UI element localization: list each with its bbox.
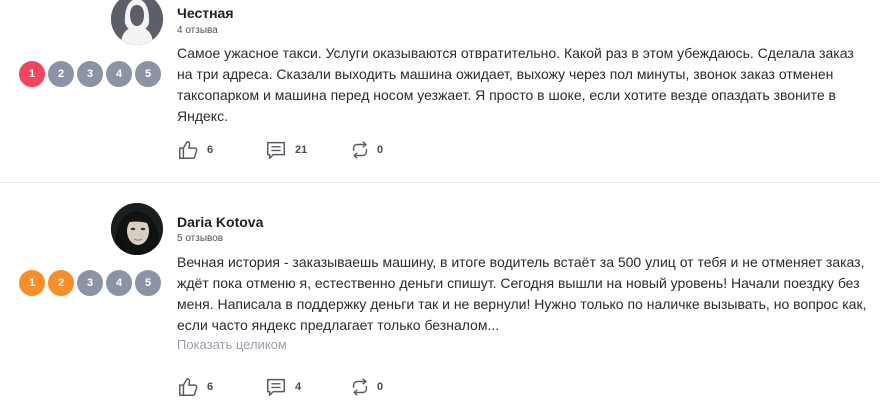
repost-icon xyxy=(352,141,368,159)
repost-count: 0 xyxy=(377,144,384,156)
like-count: 6 xyxy=(207,144,214,156)
user-photo-icon xyxy=(111,203,163,255)
author-review-count: 5 отзывов xyxy=(177,233,224,244)
review-card: Daria Kotova 5 отзывов 1 2 3 4 5 Вечная … xyxy=(0,184,880,412)
avatar[interactable] xyxy=(111,0,163,45)
review-text: Самое ужасное такси. Услуги оказываются … xyxy=(177,45,854,124)
review-actions: 6 21 0 xyxy=(177,139,383,161)
rating-option-4[interactable]: 4 xyxy=(105,269,133,297)
thumbs-up-icon xyxy=(179,141,198,159)
author-name[interactable]: Честная xyxy=(177,5,234,21)
comment-count: 21 xyxy=(295,144,308,156)
like-count: 6 xyxy=(207,381,214,393)
rating-option-1[interactable]: 1 xyxy=(18,60,46,88)
author-name[interactable]: Daria Kotova xyxy=(177,214,263,230)
comment-count: 4 xyxy=(295,381,302,393)
user-silhouette-icon xyxy=(111,0,163,45)
repost-icon xyxy=(352,378,368,396)
repost-button[interactable]: 0 xyxy=(349,139,383,161)
comment-button[interactable]: 21 xyxy=(265,139,349,161)
thumbs-up-icon xyxy=(179,378,198,396)
rating-option-2[interactable]: 2 xyxy=(47,60,75,88)
rating-option-5[interactable]: 5 xyxy=(134,60,162,88)
like-button[interactable]: 6 xyxy=(177,139,265,161)
rating-option-3[interactable]: 3 xyxy=(76,269,104,297)
author-review-count: 4 отзыва xyxy=(177,25,218,36)
rating-option-4[interactable]: 4 xyxy=(105,60,133,88)
rating-selector: 1 2 3 4 5 xyxy=(18,60,162,88)
comment-icon xyxy=(267,378,285,396)
review-actions: 6 4 0 xyxy=(177,376,383,398)
review-text: Вечная история - заказываешь машину, в и… xyxy=(177,254,867,333)
rating-option-3[interactable]: 3 xyxy=(76,60,104,88)
repost-count: 0 xyxy=(377,381,384,393)
rating-selector: 1 2 3 4 5 xyxy=(18,269,162,297)
like-button[interactable]: 6 xyxy=(177,376,265,398)
comment-button[interactable]: 4 xyxy=(265,376,349,398)
show-full-link[interactable]: Показать целиком xyxy=(177,337,287,352)
comment-icon xyxy=(267,141,285,159)
rating-option-1[interactable]: 1 xyxy=(18,269,46,297)
rating-option-2[interactable]: 2 xyxy=(47,269,75,297)
rating-option-5[interactable]: 5 xyxy=(134,269,162,297)
avatar[interactable] xyxy=(111,203,163,255)
repost-button[interactable]: 0 xyxy=(349,376,383,398)
review-card: Честная 4 отзыва 1 2 3 4 5 Самое ужасное… xyxy=(0,0,880,183)
